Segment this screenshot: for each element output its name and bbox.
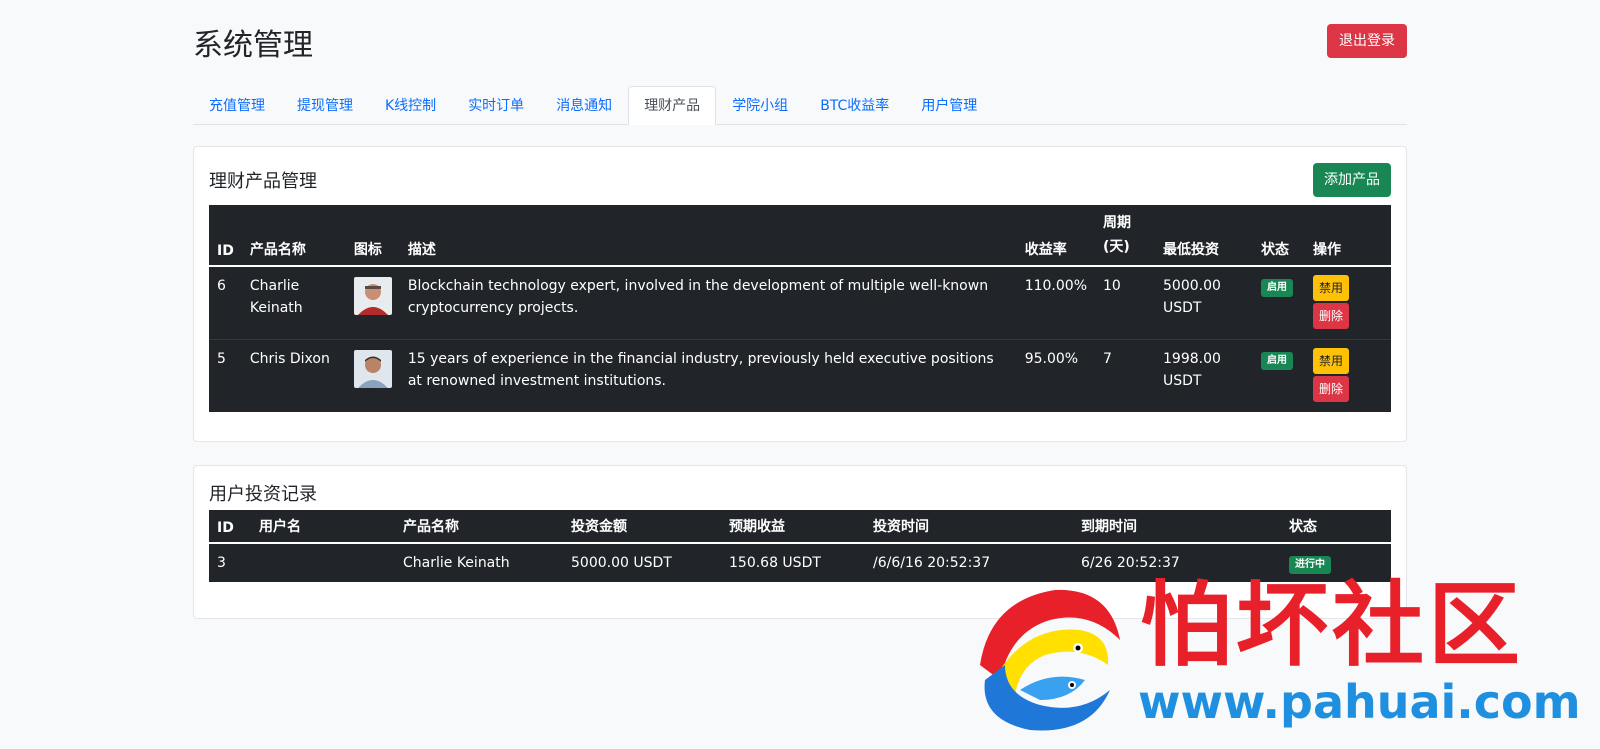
page-header: 系统管理 退出登录 xyxy=(193,0,1407,86)
col-min: 最低投资 xyxy=(1155,205,1253,267)
avatar xyxy=(353,277,392,315)
tab-kline[interactable]: K线控制 xyxy=(369,86,452,125)
product-id: 5 xyxy=(209,339,242,412)
product-id: 6 xyxy=(217,278,226,294)
product-ops: 禁用 删除 xyxy=(1305,266,1391,340)
avatar xyxy=(353,350,392,388)
table-row: 5 Chris Dixon 15 years of experience in … xyxy=(209,339,1391,412)
col-amount: 投资金额 xyxy=(563,510,721,544)
product-status: 启用 xyxy=(1253,339,1305,412)
products-card: 理财产品管理 添加产品 ID 产品名称 图标 描述 收益率 周期 (天) 最低投… xyxy=(193,146,1407,442)
product-min: 1998.00 USDT xyxy=(1155,339,1253,412)
product-icon xyxy=(345,339,400,412)
col-name: 产品名称 xyxy=(241,205,346,267)
record-product: Charlie Keinath xyxy=(403,555,510,571)
tab-notifications[interactable]: 消息通知 xyxy=(540,86,628,125)
col-rate: 收益率 xyxy=(1016,205,1095,267)
record-id: 3 xyxy=(217,555,226,571)
product-period: 7 xyxy=(1095,339,1155,412)
product-rate: 95.00% xyxy=(1016,339,1095,412)
tab-orders[interactable]: 实时订单 xyxy=(452,86,540,125)
page-title: 系统管理 xyxy=(193,28,313,63)
col-ops: 操作 xyxy=(1305,205,1391,267)
col-id: ID xyxy=(209,510,251,544)
disable-button[interactable]: 禁用 xyxy=(1313,275,1350,301)
col-icon: 图标 xyxy=(345,205,400,267)
delete-button[interactable]: 删除 xyxy=(1313,303,1350,329)
col-status: 状态 xyxy=(1281,510,1391,544)
records-title: 用户投资记录 xyxy=(209,484,317,505)
disable-button[interactable]: 禁用 xyxy=(1313,348,1350,374)
table-row: 6 Charlie Keinath Blockchain technology … xyxy=(209,266,1391,340)
product-icon xyxy=(346,266,400,340)
product-status: 启用 xyxy=(1253,266,1305,340)
watermark-text: 怕坏社区 xyxy=(1140,571,1525,679)
watermark: 怕坏社区 www.pahuai.com xyxy=(960,570,1581,740)
products-title: 理财产品管理 xyxy=(209,171,317,192)
record-user xyxy=(251,543,395,582)
status-badge: 启用 xyxy=(1261,352,1293,370)
product-desc: Blockchain technology expert, involved i… xyxy=(407,278,989,316)
product-rate: 110.00% xyxy=(1024,278,1087,294)
col-expected: 预期收益 xyxy=(721,510,865,544)
product-name: Charlie Keinath xyxy=(249,278,303,316)
tab-users[interactable]: 用户管理 xyxy=(905,86,993,125)
tab-withdraw[interactable]: 提现管理 xyxy=(281,86,369,125)
product-ops: 禁用 删除 xyxy=(1305,339,1391,412)
product-min: 5000.00 USDT xyxy=(1163,278,1221,316)
status-badge: 启用 xyxy=(1261,279,1293,297)
tab-btc-rate[interactable]: BTC收益率 xyxy=(804,86,905,125)
col-period: 周期 (天) xyxy=(1095,205,1155,267)
products-table: ID 产品名称 图标 描述 收益率 周期 (天) 最低投资 状态 操作 6 Ch… xyxy=(209,205,1391,412)
products-header-row: ID 产品名称 图标 描述 收益率 周期 (天) 最低投资 状态 操作 xyxy=(209,205,1391,267)
product-desc: 15 years of experience in the financial … xyxy=(399,339,1017,412)
tab-recharge[interactable]: 充值管理 xyxy=(193,86,281,125)
col-id: ID xyxy=(209,205,242,267)
record-amount: 5000.00 USDT xyxy=(571,555,672,571)
col-user: 用户名 xyxy=(251,510,395,544)
logout-button[interactable]: 退出登录 xyxy=(1327,24,1407,58)
main-container: 系统管理 退出登录 充值管理 提现管理 K线控制 实时订单 消息通知 理财产品 … xyxy=(193,0,1407,619)
col-invest-time: 投资时间 xyxy=(865,510,1073,544)
product-period: 10 xyxy=(1103,278,1121,294)
delete-button[interactable]: 删除 xyxy=(1313,376,1350,402)
col-product: 产品名称 xyxy=(395,510,563,544)
record-expected: 150.68 USDT xyxy=(729,555,821,571)
col-expire-time: 到期时间 xyxy=(1073,510,1281,544)
product-name: Chris Dixon xyxy=(241,339,346,412)
tab-products[interactable]: 理财产品 xyxy=(628,86,717,125)
col-status: 状态 xyxy=(1253,205,1305,267)
nav-tabs: 充值管理 提现管理 K线控制 实时订单 消息通知 理财产品 学院小组 BTC收益… xyxy=(193,86,1407,125)
watermark-url: www.pahuai.com xyxy=(1138,675,1581,729)
records-header-row: ID 用户名 产品名称 投资金额 预期收益 投资时间 到期时间 状态 xyxy=(209,510,1391,544)
add-product-button[interactable]: 添加产品 xyxy=(1313,163,1391,197)
tab-academy[interactable]: 学院小组 xyxy=(716,86,804,125)
fish-logo-icon xyxy=(980,589,1120,731)
col-desc: 描述 xyxy=(399,205,1017,267)
